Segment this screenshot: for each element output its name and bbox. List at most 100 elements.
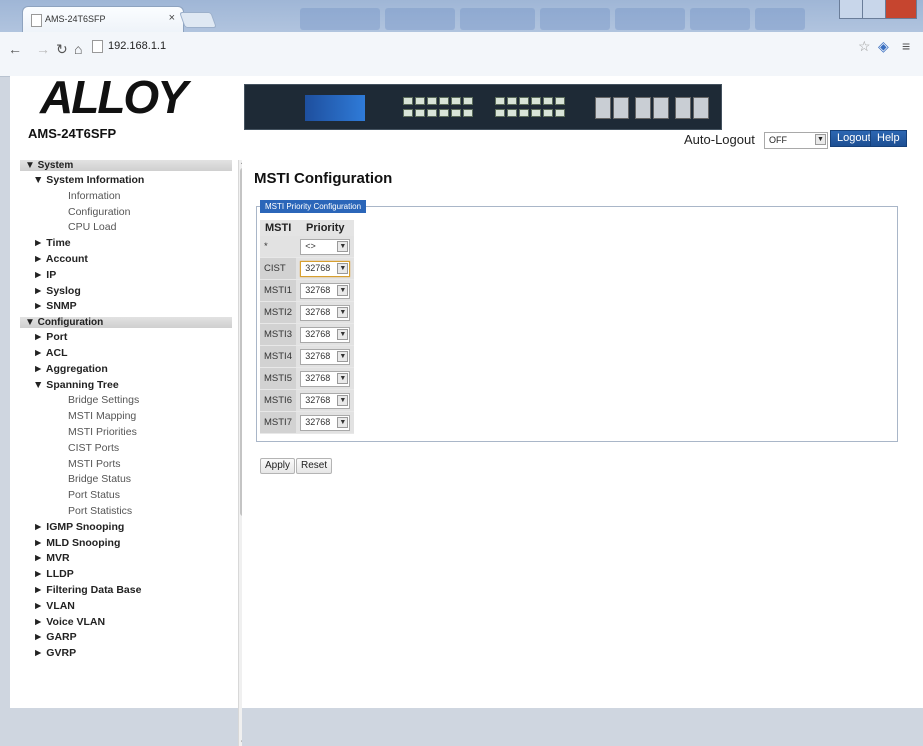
priority-select[interactable]: 32768 ▼: [300, 392, 351, 409]
sidebar-item[interactable]: ► GARP: [20, 630, 232, 646]
tab-title: AMS-24T6SFP: [45, 14, 106, 24]
sidebar-item[interactable]: Port Statistics: [20, 504, 232, 520]
sfp-port: [595, 97, 611, 119]
model-name: AMS-24T6SFP: [28, 126, 117, 141]
apply-button[interactable]: Apply: [260, 458, 296, 474]
priority-value: 32768: [305, 416, 331, 427]
page-title: MSTI Configuration: [254, 170, 393, 187]
port-group: [495, 97, 575, 119]
priority-value: 32768: [305, 350, 331, 361]
msti-name: MSTI2: [260, 302, 297, 324]
close-tab-icon[interactable]: ×: [169, 12, 175, 24]
sidebar-item[interactable]: ► IGMP Snooping: [20, 520, 232, 536]
priority-select[interactable]: 32768 ▼: [300, 304, 351, 321]
table-row: MSTI2 32768 ▼: [260, 302, 355, 324]
chevron-down-icon: ▼: [337, 328, 349, 340]
sidebar: ▼ System ▼ System Information Information C…: [20, 160, 242, 746]
sidebar-item[interactable]: ► Aggregation: [20, 362, 232, 378]
priority-select[interactable]: 32768 ▼: [300, 282, 351, 299]
sidebar-item[interactable]: ▼ Spanning Tree: [20, 378, 232, 394]
forward-icon[interactable]: →: [36, 41, 50, 57]
sidebar-item[interactable]: Port Status: [20, 488, 232, 504]
port-group: [403, 97, 483, 119]
background-tab[interactable]: [755, 8, 805, 30]
reset-button[interactable]: Reset: [296, 458, 333, 474]
scroll-down-icon[interactable]: ▼: [240, 740, 242, 746]
priority-select[interactable]: 32768 ▼: [300, 260, 351, 277]
priority-select[interactable]: 32768 ▼: [300, 348, 351, 365]
auto-logout-label: Auto-Logout: [684, 132, 755, 147]
sidebar-item[interactable]: ► Time: [20, 236, 232, 252]
sidebar-item[interactable]: ► Voice VLAN: [20, 615, 232, 631]
sidebar-item[interactable]: ► Port: [20, 330, 232, 346]
auto-logout-select[interactable]: OFF ▼: [764, 132, 828, 149]
chevron-down-icon: ▼: [337, 372, 349, 384]
sidebar-item[interactable]: ▼ System: [20, 160, 232, 171]
sidebar-item[interactable]: CIST Ports: [20, 441, 232, 457]
sidebar-item[interactable]: CPU Load: [20, 220, 232, 236]
new-tab-button[interactable]: [179, 12, 217, 28]
chevron-down-icon: ▼: [337, 306, 349, 318]
reload-icon[interactable]: ↻: [56, 41, 68, 58]
sidebar-item[interactable]: MSTI Ports: [20, 457, 232, 473]
background-tab[interactable]: [615, 8, 685, 30]
priority-value: 32768: [305, 372, 331, 383]
maximize-button[interactable]: [862, 0, 886, 19]
page-icon: [92, 40, 103, 53]
sidebar-item[interactable]: Bridge Status: [20, 472, 232, 488]
table-row: MSTI3 32768 ▼: [260, 324, 355, 346]
sidebar-item[interactable]: MSTI Priorities: [20, 425, 232, 441]
url-text: 192.168.1.1: [108, 40, 167, 52]
sidebar-item[interactable]: ► SNMP: [20, 299, 232, 315]
scrollbar-thumb[interactable]: [240, 168, 242, 516]
sfp-port: [653, 97, 669, 119]
home-icon[interactable]: ⌂: [74, 41, 82, 57]
priority-select-all[interactable]: <> ▼: [300, 238, 351, 255]
sidebar-item[interactable]: ► VLAN: [20, 599, 232, 615]
chevron-down-icon: ▼: [337, 394, 349, 406]
sidebar-item[interactable]: ► MVR: [20, 551, 232, 567]
extension-icon[interactable]: ◈: [878, 38, 889, 55]
sidebar-item[interactable]: ▼ Configuration: [20, 317, 232, 329]
address-bar[interactable]: 192.168.1.1: [92, 38, 812, 56]
menu-icon[interactable]: ≡: [902, 38, 910, 54]
background-tab[interactable]: [300, 8, 380, 30]
priority-value: <>: [305, 240, 316, 251]
priority-select[interactable]: 32768 ▼: [300, 414, 351, 431]
back-icon[interactable]: ←: [8, 41, 22, 57]
sidebar-item[interactable]: ► ACL: [20, 346, 232, 362]
minimize-button[interactable]: [839, 0, 863, 19]
sidebar-item[interactable]: ► Account: [20, 252, 232, 268]
sidebar-item[interactable]: ► IP: [20, 268, 232, 284]
star-icon[interactable]: ☆: [858, 38, 871, 55]
background-tab[interactable]: [385, 8, 455, 30]
priority-select[interactable]: 32768 ▼: [300, 326, 351, 343]
priority-select[interactable]: 32768 ▼: [300, 370, 351, 387]
background-tab[interactable]: [460, 8, 535, 30]
background-tab[interactable]: [690, 8, 750, 30]
sidebar-item[interactable]: MSTI Mapping: [20, 409, 232, 425]
sidebar-item[interactable]: ► MLD Snooping: [20, 536, 232, 552]
sidebar-item[interactable]: ► LLDP: [20, 567, 232, 583]
sidebar-item[interactable]: ▼ System Information: [20, 173, 232, 189]
sidebar-item[interactable]: ► GVRP: [20, 646, 232, 662]
help-button[interactable]: Help: [870, 130, 907, 147]
browser-tab[interactable]: AMS-24T6SFP ×: [22, 6, 184, 33]
sidebar-scrollbar[interactable]: ▲ ▼: [238, 160, 242, 746]
chevron-down-icon: ▼: [337, 240, 349, 252]
sidebar-item[interactable]: Bridge Settings: [20, 393, 232, 409]
msti-name: MSTI4: [260, 346, 297, 368]
background-tab[interactable]: [540, 8, 610, 30]
sfp-port: [693, 97, 709, 119]
msti-priority-table: MSTI Priority * <> ▼ CIST 32768 ▼ MSTI1 3276…: [260, 220, 355, 434]
sidebar-item[interactable]: ► Filtering Data Base: [20, 583, 232, 599]
sidebar-item[interactable]: Information: [20, 189, 232, 205]
sfp-port: [675, 97, 691, 119]
table-row: MSTI7 32768 ▼: [260, 412, 355, 434]
close-window-button[interactable]: [885, 0, 917, 19]
scroll-up-icon[interactable]: ▲: [240, 160, 242, 166]
sidebar-item[interactable]: Configuration: [20, 205, 232, 221]
fieldset-legend: MSTI Priority Configuration: [260, 200, 367, 213]
table-row: CIST 32768 ▼: [260, 258, 355, 280]
sidebar-item[interactable]: ► Syslog: [20, 284, 232, 300]
